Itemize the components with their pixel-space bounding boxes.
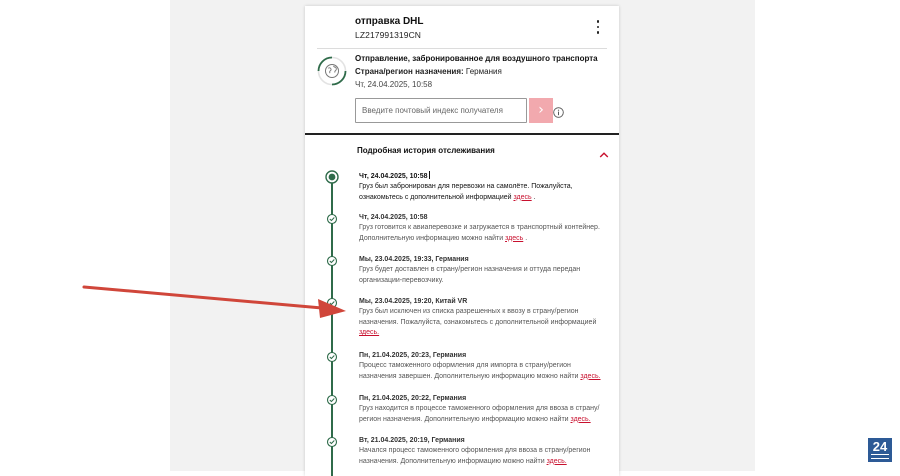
history-title: Подробная история отслеживания <box>357 146 495 155</box>
timeline-event: Мы, 23.04.2025, 19:33, Германия Груз буд… <box>359 255 609 286</box>
destination-value: Германия <box>465 67 502 76</box>
divider <box>317 48 607 49</box>
section-divider <box>305 133 619 135</box>
event-description: Начался процесс таможенного оформления д… <box>359 447 591 465</box>
check-circle-icon <box>325 393 339 412</box>
logo-badge: 24 <box>868 438 892 462</box>
status-destination: Страна/регион назначения: Германия <box>355 67 502 76</box>
event-link[interactable]: здесь. <box>571 416 591 423</box>
event-description: Груз был забронирован для перевозки на с… <box>359 183 573 201</box>
check-circle-icon <box>325 296 339 315</box>
timeline-event: Пн, 21.04.2025, 20:22, Германия Груз нах… <box>359 394 609 425</box>
tracking-number: LZ217991319CN <box>355 30 422 40</box>
check-circle-icon <box>325 435 339 454</box>
zip-submit-button[interactable]: › <box>529 98 553 123</box>
timeline-event: Пн, 21.04.2025, 20:23, Германия Процесс … <box>359 351 609 382</box>
event-date: Пн, 21.04.2025, 20:23, Германия <box>359 352 467 359</box>
event-link[interactable]: здесь <box>505 235 523 242</box>
check-circle-icon <box>325 212 339 231</box>
timeline-event: Чт, 24.04.2025, 10:58 Груз был заброниро… <box>359 171 609 203</box>
event-date: Пн, 21.04.2025, 20:22, Германия <box>359 395 467 402</box>
event-description: Груз будет доставлен в страну/регион наз… <box>359 266 581 284</box>
check-circle-icon <box>325 350 339 369</box>
shipment-title: отправка DHL <box>355 16 424 27</box>
event-link[interactable]: здесь. <box>359 329 379 336</box>
event-description: Груз готовится к авиаперевозке и загружа… <box>359 224 600 242</box>
timeline-event: Вт, 21.04.2025, 20:19, Германия Начался … <box>359 436 609 467</box>
event-link[interactable]: здесь. <box>547 458 567 465</box>
status-title: Отправление, забронированное для воздушн… <box>355 54 598 63</box>
destination-label: Страна/регион назначения: <box>355 67 464 76</box>
event-date: Чт, 24.04.2025, 10:58 <box>359 171 430 180</box>
timeline-event: Мы, 23.04.2025, 19:20, Китай VR Груз был… <box>359 297 609 339</box>
event-link[interactable]: здесь. <box>580 373 600 380</box>
event-date: Вт, 21.04.2025, 20:19, Германия <box>359 437 465 444</box>
chevron-up-icon[interactable] <box>599 146 609 158</box>
event-date: Чт, 24.04.2025, 10:58 <box>359 214 428 221</box>
event-link[interactable]: здесь <box>513 194 531 201</box>
timeline-event: Чт, 24.04.2025, 10:58 Груз готовится к а… <box>359 213 609 244</box>
info-icon[interactable] <box>553 105 564 118</box>
timeline-current-icon <box>325 170 339 189</box>
event-date: Мы, 23.04.2025, 19:20, Китай VR <box>359 298 468 305</box>
zip-code-input[interactable] <box>355 98 527 123</box>
event-description: Груз находится в процессе таможенного оф… <box>359 405 600 423</box>
more-options-icon[interactable] <box>595 20 601 34</box>
check-circle-icon <box>325 254 339 273</box>
globe-icon <box>317 56 347 86</box>
tracking-card: отправка DHL LZ217991319CN Отправление, … <box>305 6 619 476</box>
event-date: Мы, 23.04.2025, 19:33, Германия <box>359 256 469 263</box>
status-date: Чт, 24.04.2025, 10:58 <box>355 80 433 89</box>
event-description: Груз был исключен из списка разрешенных … <box>359 308 597 336</box>
event-description: Процесс таможенного оформления для импор… <box>359 362 601 380</box>
